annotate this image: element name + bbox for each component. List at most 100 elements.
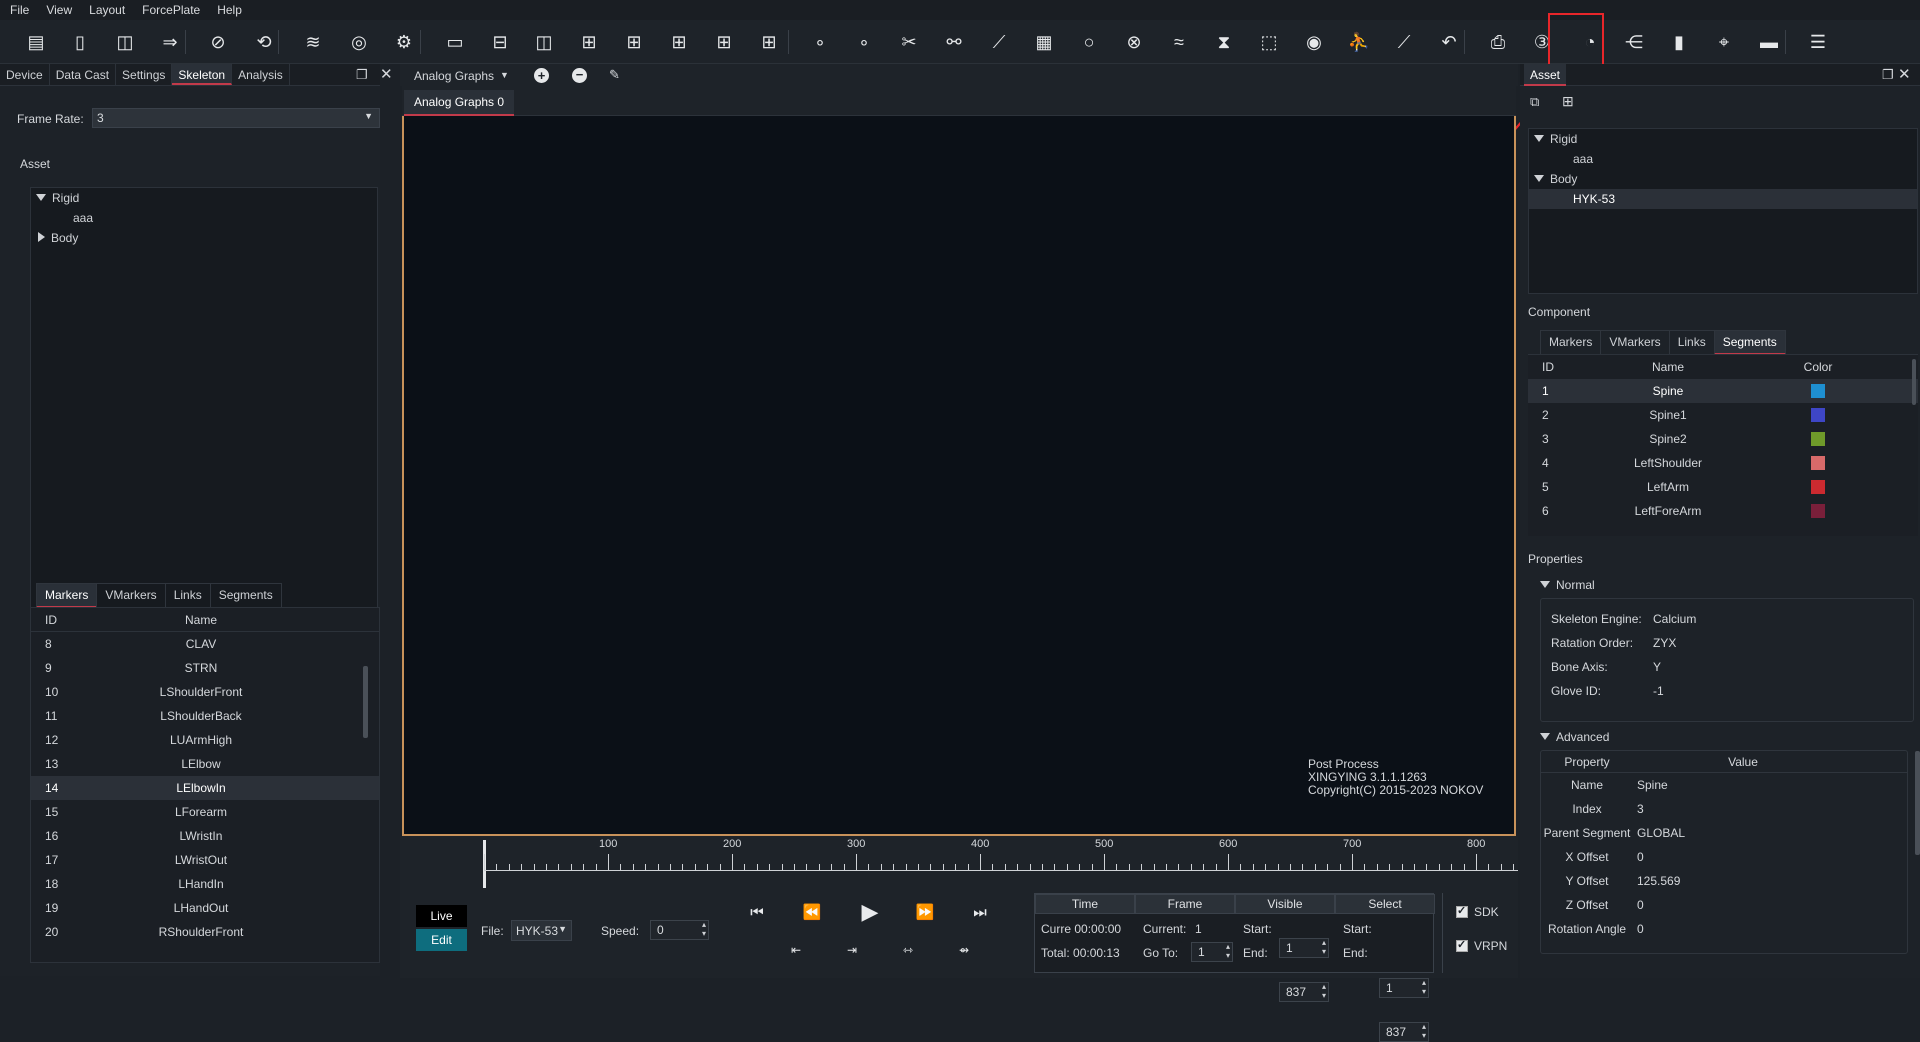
normal-section-toggle[interactable]: Normal [1540, 578, 1595, 592]
hourglass-icon[interactable]: ⧗ [1212, 30, 1236, 54]
run-figure-icon[interactable]: ⛹ [1347, 30, 1371, 54]
table-row[interactable]: 8 CLAV [31, 632, 379, 656]
tab-analysis[interactable]: Analysis [232, 64, 290, 85]
vrpn-checkbox[interactable]: VRPN [1456, 938, 1507, 953]
table-row[interactable]: 5 LeftArm [1528, 475, 1918, 499]
tree-item-body[interactable]: Body [31, 228, 377, 248]
color-swatch[interactable] [1811, 480, 1825, 494]
property-value[interactable]: 3 [1633, 797, 1644, 821]
color-swatch[interactable] [1811, 432, 1825, 446]
tab-settings[interactable]: Settings [116, 64, 173, 85]
property-value[interactable]: 0 [1633, 845, 1644, 869]
view-single-icon[interactable]: ▭ [443, 30, 467, 54]
close-icon[interactable]: ✕ [380, 65, 393, 83]
property-value[interactable]: GLOBAL [1633, 821, 1685, 845]
table-row[interactable]: 11 LShoulderBack [31, 704, 379, 728]
table-row[interactable]: 17 LWristOut [31, 848, 379, 872]
visibility-off-icon[interactable]: ⊘ [206, 30, 230, 54]
skip-to-start-icon[interactable]: ⏮ [745, 900, 769, 924]
folder-icon[interactable]: ▬ [1757, 30, 1781, 54]
property-value[interactable]: 125.569 [1633, 869, 1680, 893]
advanced-section-toggle[interactable]: Advanced [1540, 730, 1609, 744]
tree-item-rigid[interactable]: Rigid [1529, 129, 1917, 149]
table-row[interactable]: 6 LeftForeArm [1528, 499, 1918, 523]
range-out-icon[interactable]: ⇴ [954, 940, 974, 960]
menu-forceplate[interactable]: ForcePlate [142, 3, 200, 17]
visible-start-input[interactable]: 1 [1279, 938, 1329, 958]
table-row[interactable]: 10 LShoulderFront [31, 680, 379, 704]
rotate-target-icon[interactable]: ◉ [1302, 30, 1326, 54]
table-row[interactable]: 2 Spine1 [1528, 403, 1918, 427]
view-split-horizontal-icon[interactable]: ⊟ [488, 30, 512, 54]
float-icon[interactable]: ❐ [1882, 67, 1894, 83]
add-asset-icon[interactable]: ⊞ [1562, 93, 1574, 110]
property-value[interactable]: 0 [1633, 893, 1644, 917]
color-swatch[interactable] [1811, 408, 1825, 422]
wireless-camera-icon[interactable]: ◎ [347, 30, 371, 54]
sdk-checkbox[interactable]: SDK [1456, 904, 1499, 919]
pencil-icon[interactable]: ✎ [609, 67, 620, 83]
table-row[interactable]: 1 Spine [1528, 379, 1918, 403]
view-split-vertical-icon[interactable]: ◫ [532, 30, 556, 54]
table-row[interactable]: 13 LElbow [31, 752, 379, 776]
menu-layout[interactable]: Layout [89, 3, 125, 17]
subtab-markers[interactable]: Markers [1540, 330, 1602, 355]
skip-to-end-icon[interactable]: ⏭ [968, 900, 992, 924]
set-in-point-icon[interactable]: ⇤ [786, 940, 806, 960]
bone-icon[interactable]: ⟋ [987, 30, 1011, 54]
select-box-icon[interactable]: ⬚ [1257, 30, 1281, 54]
step-forward-icon[interactable]: ⏩ [913, 900, 937, 924]
edit-button[interactable]: Edit [416, 929, 467, 951]
close-icon[interactable]: ✕ [1898, 65, 1911, 83]
tree-item-body[interactable]: Body [1529, 169, 1917, 189]
export-video-icon[interactable]: ⎙ [1486, 30, 1510, 54]
table-row[interactable]: 18 LHandIn [31, 872, 379, 896]
table-row[interactable]: 19 LHandOut [31, 896, 379, 920]
import-icon[interactable]: ⧉ [1530, 94, 1539, 110]
settings-gear-icon[interactable]: ⚙ [392, 30, 416, 54]
share-nodes-icon[interactable]: ⋲ [1622, 30, 1646, 54]
view-three-right-icon[interactable]: ⊞ [712, 30, 736, 54]
file-select[interactable]: HYK-53 ▼ [511, 920, 572, 941]
link-markers-icon[interactable]: ∘ [808, 30, 832, 54]
live-button[interactable]: Live [416, 905, 467, 927]
tab-device[interactable]: Device [0, 64, 50, 85]
subtab-vmarkers[interactable]: VMarkers [96, 583, 166, 608]
stack-list-icon[interactable]: ☰ [1806, 30, 1830, 54]
cut-icon[interactable]: ✂ [897, 30, 921, 54]
color-swatch[interactable] [1811, 504, 1825, 518]
property-value[interactable]: Spine [1633, 773, 1668, 797]
new-file-icon[interactable]: ▯ [68, 30, 92, 54]
frame-rate-select[interactable]: 3 ▼ [92, 108, 380, 128]
tab-skeleton[interactable]: Skeleton [172, 64, 233, 85]
zoom-out-icon[interactable]: − [572, 68, 587, 83]
speed-input[interactable]: 0 [650, 920, 709, 940]
tab-asset[interactable]: Asset [1524, 64, 1567, 86]
menu-help[interactable]: Help [217, 3, 242, 17]
table-row[interactable]: 20 RShoulderFront [31, 920, 379, 944]
visible-end-input[interactable]: 837 [1279, 982, 1329, 1002]
view-three-top-icon[interactable]: ⊞ [577, 30, 601, 54]
scrollbar[interactable] [1915, 751, 1920, 855]
scrollbar[interactable] [363, 666, 368, 738]
table-row[interactable]: 15 LForearm [31, 800, 379, 824]
zoom-in-icon[interactable]: + [534, 68, 549, 83]
wave-filter-icon[interactable]: ≈ [1167, 30, 1191, 54]
timeline-ruler[interactable]: 100 200 300 400 500 600 700 800 [400, 836, 1518, 890]
cross-circle-icon[interactable]: ⊗ [1122, 30, 1146, 54]
save-icon[interactable]: ◫ [113, 30, 137, 54]
color-swatch[interactable] [1811, 384, 1825, 398]
tab-analog-graphs-0[interactable]: Analog Graphs 0 [404, 90, 515, 116]
table-row[interactable]: 16 LWristIn [31, 824, 379, 848]
bar-chart-icon[interactable]: ▮ [1667, 30, 1691, 54]
select-end-input[interactable]: 837 [1379, 1022, 1429, 1042]
location-pin-icon[interactable]: ⌖ [1712, 30, 1736, 54]
subtab-vmarkers[interactable]: VMarkers [1600, 330, 1670, 355]
analog-graphs-dropdown[interactable]: Analog Graphs [414, 69, 494, 83]
view-quad-icon[interactable]: ⊞ [757, 30, 781, 54]
tree-item-aaa[interactable]: aaa [31, 208, 377, 228]
sync-icon[interactable]: ⟲ [252, 30, 276, 54]
view-three-bottom-icon[interactable]: ⊞ [622, 30, 646, 54]
subtab-links[interactable]: Links [164, 583, 211, 608]
tree-item-rigid[interactable]: Rigid [31, 188, 377, 208]
